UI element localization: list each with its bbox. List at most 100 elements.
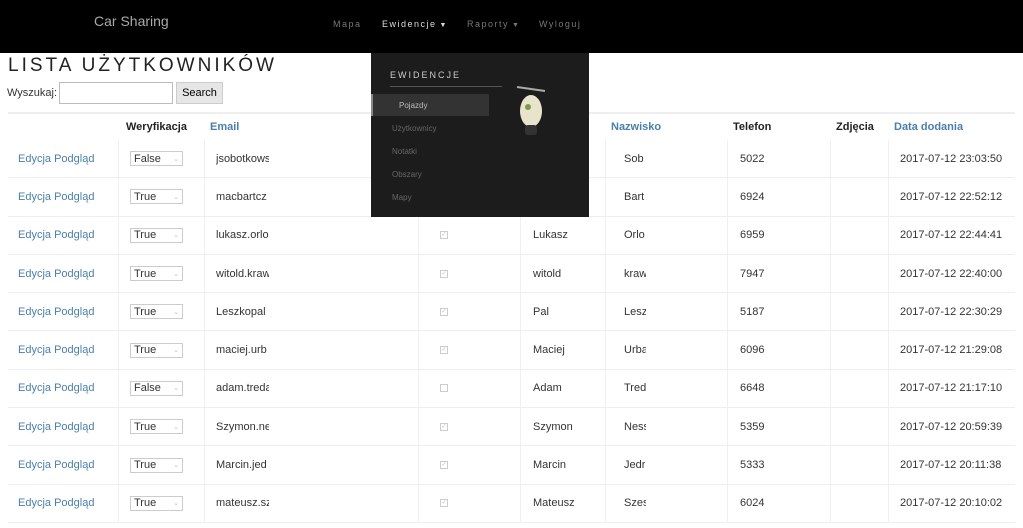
edit-link[interactable]: Edycja [18,229,51,241]
last-name-cell: Jedr [605,446,727,484]
menu-item-notatki[interactable]: Notatki [392,147,417,156]
edit-link[interactable]: Edycja [18,421,51,433]
chevron-down-icon: ⌄ [173,270,179,278]
photos-cell [830,408,888,446]
edit-link[interactable]: Edycja [18,191,51,203]
nav-raporty[interactable]: Raporty ▼ [467,19,520,29]
dropdown-title: EWIDENCJE [390,70,462,80]
phone-cell: 6024 [727,484,830,522]
verification-select[interactable]: False ⌄ [130,380,183,396]
edit-link[interactable]: Edycja [18,306,51,318]
verified-checkbox[interactable]: ✓ [440,346,448,355]
email-text: maciej.urb [216,344,267,357]
verification-select[interactable]: True ⌄ [130,495,183,511]
menu-item-uzytkownicy[interactable]: Użytkownicy [392,124,436,133]
verification-select[interactable]: True ⌄ [130,304,183,320]
date-cell: 2017-07-12 21:17:10 [888,369,1015,408]
edit-link[interactable]: Edycja [18,268,51,280]
phone-text: 7947 [740,267,765,280]
view-link[interactable]: Podgląd [54,344,94,356]
view-link[interactable]: Podgląd [54,268,94,280]
nav-mapa[interactable]: Mapa [333,19,362,29]
first-name-text: Maciej [533,344,565,357]
search-input[interactable] [59,82,173,104]
last-name-text: Urba [624,344,646,357]
navbar: Car Sharing Mapa Ewidencje ▼ Raporty ▼ Wyl… [0,0,1023,53]
verification-cell: True ⌄ [118,293,204,331]
phone-text: 6924 [740,190,765,203]
date-text: 2017-07-12 23:03:50 [900,152,1003,165]
date-text: 2017-07-12 20:59:39 [900,420,1003,433]
first-name-cell: Lukasz [520,216,605,254]
header-data-dodania[interactable]: Data dodania [888,114,1015,140]
verified-cell: ✓ [418,216,520,254]
first-name-cell: Maciej [520,331,605,369]
nav-ewidencje[interactable]: Ewidencje ▼ [382,19,448,29]
nav-wyloguj[interactable]: Wyloguj [539,19,581,29]
search-button[interactable]: Search [176,82,223,104]
verified-checkbox[interactable]: ✓ [440,269,448,278]
verification-cell: True ⌄ [118,254,204,293]
ewidencje-dropdown: EWIDENCJE Pojazdy Użytkownicy Notatki Ob… [371,53,589,217]
verified-checkbox[interactable]: ✓ [440,499,448,508]
first-name-text: Mateusz [533,497,575,510]
verification-select[interactable]: True ⌄ [130,227,183,243]
actions-cell: Edycja Podgląd [8,140,118,177]
brand-logo[interactable]: Car Sharing [94,13,169,29]
select-value: False [134,152,161,165]
header-weryfikacja: Weryfikacja [126,121,187,133]
menu-item-pojazdy[interactable]: Pojazdy [373,94,489,116]
date-cell: 2017-07-12 21:29:08 [888,331,1015,369]
first-name-text: Lukasz [533,229,568,242]
date-text: 2017-07-12 20:10:02 [900,497,1003,510]
first-name-text: witold [533,267,562,280]
verification-select[interactable]: True ⌄ [130,457,183,473]
verification-select[interactable]: True ⌄ [130,419,183,435]
view-link[interactable]: Podgląd [54,382,94,394]
email-cell: lukasz.orlo [204,216,418,254]
email-cell: Szymon.ne [204,408,418,446]
verified-checkbox[interactable]: ✓ [440,422,448,431]
phone-text: 6959 [740,229,765,242]
verified-checkbox[interactable] [440,384,448,393]
email-cell: Marcin.jed [204,446,418,484]
edit-link[interactable]: Edycja [18,382,51,394]
header-nazwisko[interactable]: Nazwisko [605,114,727,140]
view-link[interactable]: Podgląd [54,191,94,203]
edit-link[interactable]: Edycja [18,344,51,356]
view-link[interactable]: Podgląd [54,229,94,241]
verification-cell: True ⌄ [118,178,204,216]
actions-cell: Edycja Podgląd [8,255,118,292]
verification-select[interactable]: True ⌄ [130,266,183,282]
menu-item-mapy[interactable]: Mapy [392,193,412,202]
view-link[interactable]: Podgląd [54,497,94,509]
verified-checkbox[interactable]: ✓ [440,307,448,316]
view-link[interactable]: Podgląd [54,421,94,433]
edit-link[interactable]: Edycja [18,497,51,509]
last-name-cell: kraw [605,254,727,293]
last-name-text: Szes [624,497,646,510]
verification-select[interactable]: False ⌄ [130,151,183,167]
table-row: Edycja Podgląd True ⌄ Szymon.ne ✓ Szymon … [8,408,1015,447]
menu-item-obszary[interactable]: Obszary [392,170,422,179]
header-zdjecia: Zdjęcia [836,121,874,133]
actions-cell: Edycja Podgląd [8,178,118,215]
view-link[interactable]: Podgląd [54,459,94,471]
verified-cell: ✓ [418,446,520,484]
date-cell: 2017-07-12 22:40:00 [888,254,1015,293]
date-cell: 2017-07-12 20:11:38 [888,446,1015,484]
view-link[interactable]: Podgląd [54,153,94,165]
phone-text: 6096 [740,344,765,357]
phone-text: 5359 [740,420,765,433]
verified-checkbox[interactable]: ✓ [440,461,448,470]
verification-select[interactable]: True ⌄ [130,342,183,358]
page-title: LISTA UŻYTKOWNIKÓW [8,55,277,76]
verification-cell: False ⌄ [118,369,204,408]
phone-cell: 5022 [727,140,830,178]
verification-select[interactable]: True ⌄ [130,189,183,205]
view-link[interactable]: Podgląd [54,306,94,318]
edit-link[interactable]: Edycja [18,459,51,471]
edit-link[interactable]: Edycja [18,153,51,165]
verified-checkbox[interactable]: ✓ [440,231,448,240]
last-name-cell: Szes [605,484,727,522]
